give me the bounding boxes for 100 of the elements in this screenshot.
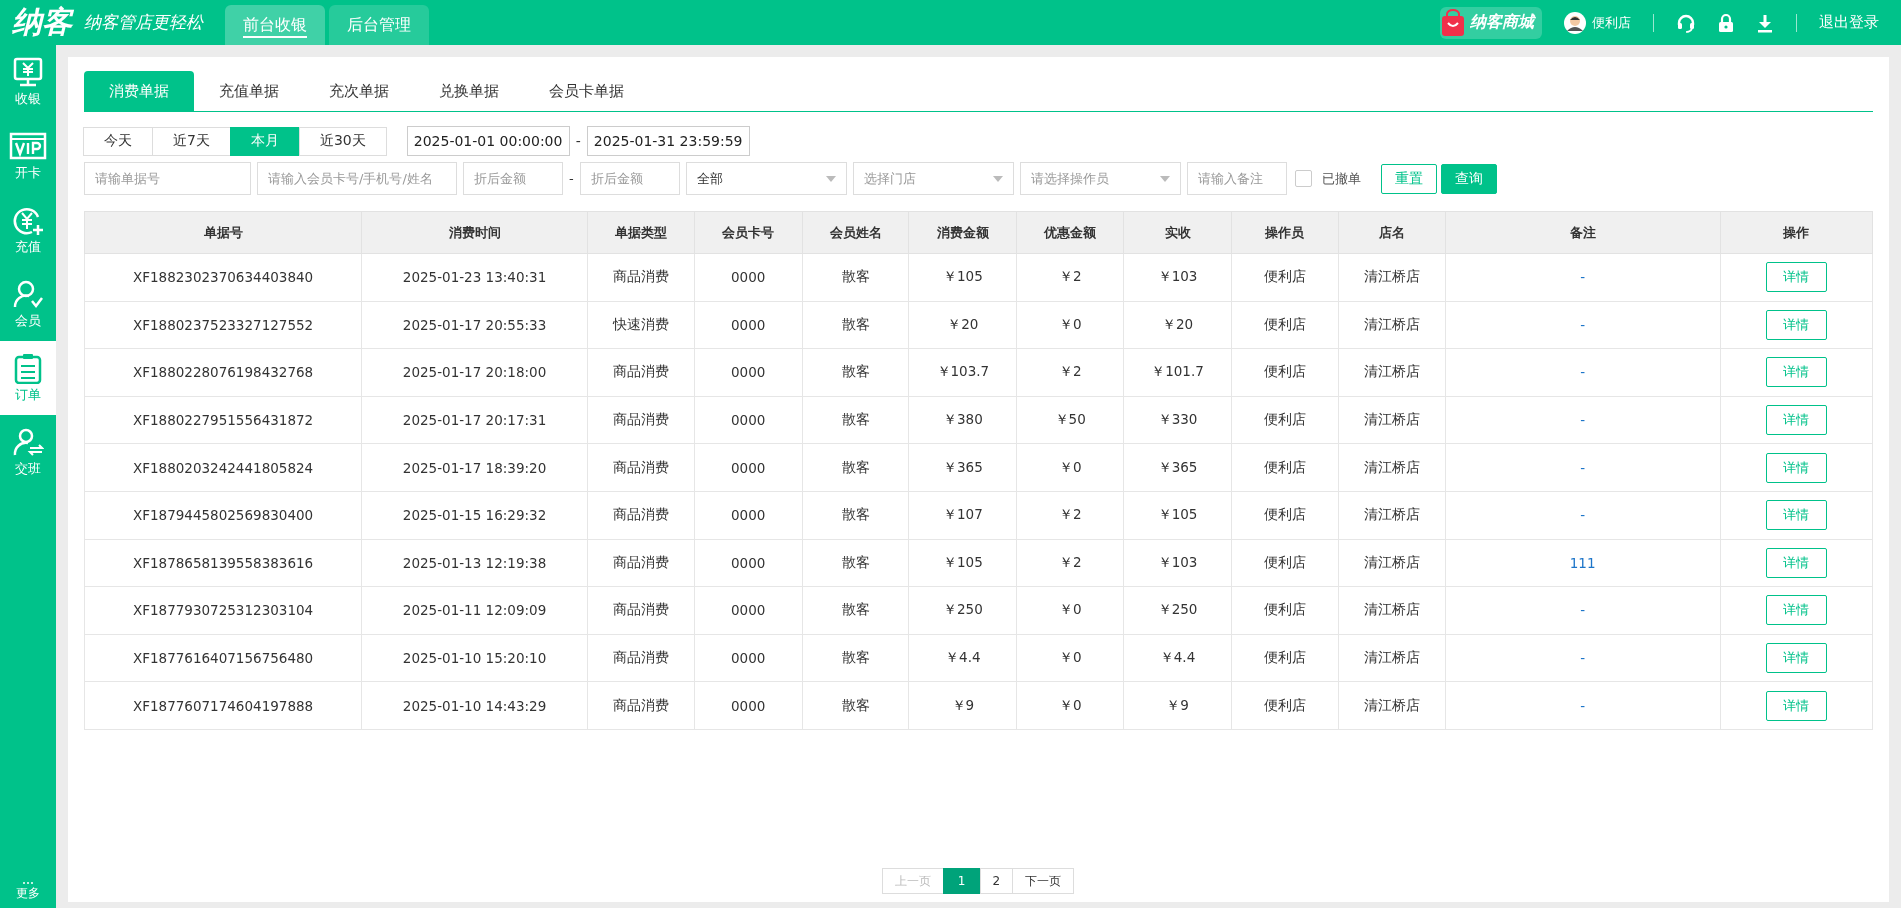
table-cell: 商品消费 xyxy=(587,253,695,302)
table-cell: ￥9 xyxy=(1123,681,1232,730)
table-cell: 0000 xyxy=(694,681,803,730)
table-cell: 2025-01-13 12:19:38 xyxy=(361,539,588,587)
min-amount-field[interactable]: 折后金额 xyxy=(463,162,563,195)
caret-icon xyxy=(825,175,836,182)
table-cell: - xyxy=(1445,253,1721,302)
table-cell: - xyxy=(1445,443,1721,492)
details-button[interactable]: 详情 xyxy=(1765,452,1827,483)
sidebar-item[interactable]: 会员 xyxy=(0,267,56,341)
table-cell: 0000 xyxy=(694,253,803,302)
table-cell: 散客 xyxy=(802,539,909,587)
dots-icon xyxy=(22,881,34,885)
table-cell: ￥50 xyxy=(1016,396,1124,444)
table-cell: 0000 xyxy=(694,348,803,397)
details-button[interactable]: 详情 xyxy=(1765,500,1827,531)
sidebar-item[interactable]: 充值 xyxy=(0,193,56,267)
table-cell: ￥2 xyxy=(1016,253,1124,302)
column-header: 会员卡号 xyxy=(694,211,803,254)
table-cell: 便利店 xyxy=(1231,253,1339,302)
details-button[interactable]: 详情 xyxy=(1765,547,1827,578)
table-cell: 0000 xyxy=(694,491,803,540)
table-cell: 便利店 xyxy=(1231,586,1339,635)
nav-tab[interactable]: 后台管理 xyxy=(329,5,429,45)
details-button[interactable]: 详情 xyxy=(1765,595,1827,626)
page-button[interactable]: 1 xyxy=(942,868,981,894)
tab[interactable]: 充次单据 xyxy=(304,71,414,111)
sidebar-item[interactable]: 订单 xyxy=(0,341,56,415)
sidebar-item[interactable]: 收银 xyxy=(0,45,56,119)
table-cell: ￥101.7 xyxy=(1123,348,1232,397)
sidebar-item[interactable]: 交班 xyxy=(0,415,56,489)
page-button[interactable]: 2 xyxy=(979,868,1014,894)
mall-button[interactable]: 纳客商城 xyxy=(1440,6,1542,39)
table-cell: 2025-01-17 20:18:00 xyxy=(361,348,588,397)
table-cell: XF1880237523327127552 xyxy=(84,301,362,349)
table-cell: ￥103 xyxy=(1123,253,1232,302)
query-button[interactable]: 查询 xyxy=(1440,163,1497,194)
date-preset-button[interactable]: 近30天 xyxy=(298,126,387,156)
table-cell: 0000 xyxy=(694,539,803,587)
table-cell: ￥103.7 xyxy=(908,348,1017,397)
column-header: 消费时间 xyxy=(361,211,588,254)
date-preset-button[interactable]: 今天 xyxy=(83,126,153,156)
table-cell: 散客 xyxy=(802,634,909,682)
table-cell: ￥365 xyxy=(1123,443,1232,492)
end-date-field[interactable]: 2025-01-31 23:59:59 xyxy=(586,126,750,156)
user-check-icon xyxy=(12,278,44,310)
checkbox[interactable] xyxy=(1294,170,1312,187)
tab[interactable]: 消费单据 xyxy=(84,71,194,111)
date-preset-button[interactable]: 本月 xyxy=(229,126,300,156)
date-preset-button[interactable]: 近7天 xyxy=(152,126,231,156)
type-select[interactable]: 全部 xyxy=(685,162,847,195)
checkbox-label: 已撤单 xyxy=(1321,169,1361,188)
table-cell: 2025-01-10 14:43:29 xyxy=(361,681,588,730)
table-cell: ￥107 xyxy=(908,491,1017,540)
details-button[interactable]: 详情 xyxy=(1765,405,1827,436)
headset-icon[interactable] xyxy=(1676,12,1696,33)
operator-select[interactable]: 请选择操作员 xyxy=(1019,162,1181,195)
table-cell: 商品消费 xyxy=(587,491,695,540)
table-cell: 商品消费 xyxy=(587,681,695,730)
table-cell: 散客 xyxy=(802,586,909,635)
column-header: 店名 xyxy=(1338,211,1446,254)
table-cell: ￥0 xyxy=(1016,681,1124,730)
max-amount-field[interactable]: 折后金额 xyxy=(579,162,680,195)
reset-button[interactable]: 重置 xyxy=(1380,163,1437,194)
details-button[interactable]: 详情 xyxy=(1765,357,1827,388)
table-cell: 清江桥店 xyxy=(1338,396,1446,444)
table-cell: 清江桥店 xyxy=(1338,586,1446,635)
more-button[interactable]: 更多 xyxy=(0,881,56,908)
remark-field[interactable]: 请输入备注 xyxy=(1186,162,1287,195)
download-icon[interactable] xyxy=(1756,12,1774,33)
order-number-field[interactable]: 请输单据号 xyxy=(84,162,251,195)
next-page-button[interactable]: 下一页 xyxy=(1012,868,1075,894)
details-button[interactable]: 详情 xyxy=(1765,643,1827,674)
table-cell: ￥0 xyxy=(1016,586,1124,635)
tab[interactable]: 兑换单据 xyxy=(414,71,524,111)
tab[interactable]: 充值单据 xyxy=(194,71,304,111)
details-button[interactable]: 详情 xyxy=(1765,690,1827,721)
clipboard-icon xyxy=(12,352,44,384)
start-date-field[interactable]: 2025-01-01 00:00:00 xyxy=(406,126,570,156)
table-cell: XF1880228076198432768 xyxy=(84,348,362,397)
table-cell: - xyxy=(1445,348,1721,397)
details-button[interactable]: 详情 xyxy=(1765,262,1827,293)
store-select[interactable]: 选择门店 xyxy=(852,162,1014,195)
table-cell: 便利店 xyxy=(1231,348,1339,397)
table-cell: 便利店 xyxy=(1231,681,1339,730)
slogan: 纳客管店更轻松 xyxy=(84,11,205,34)
table-cell: ￥2 xyxy=(1016,348,1124,397)
details-button[interactable]: 详情 xyxy=(1765,309,1827,340)
column-header: 会员姓名 xyxy=(802,211,909,254)
logout-link[interactable]: 退出登录 xyxy=(1819,13,1879,32)
nav-tab[interactable]: 前台收银 xyxy=(225,5,325,45)
column-header: 实收 xyxy=(1123,211,1232,254)
user-swap-icon xyxy=(12,426,44,458)
table-cell: 2025-01-23 13:40:31 xyxy=(361,253,588,302)
tab[interactable]: 会员卡单据 xyxy=(524,71,649,111)
lock-icon[interactable] xyxy=(1718,12,1734,33)
sidebar-item[interactable]: 开卡 xyxy=(0,119,56,193)
user-name: 便利店 xyxy=(1592,13,1631,32)
member-search-field[interactable]: 请输入会员卡号/手机号/姓名 xyxy=(257,162,457,195)
table-cell: ￥9 xyxy=(908,681,1017,730)
